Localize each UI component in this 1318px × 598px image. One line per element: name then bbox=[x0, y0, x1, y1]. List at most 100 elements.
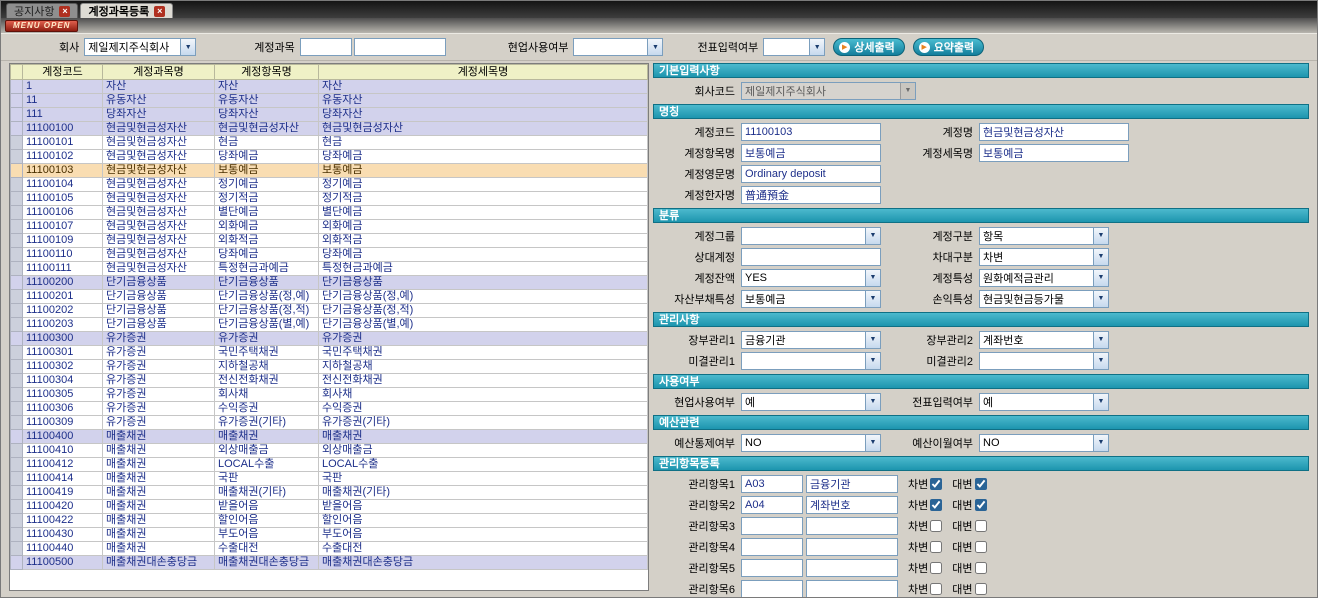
cell-item[interactable]: 회사채 bbox=[215, 388, 319, 402]
cell-code[interactable]: 11100414 bbox=[23, 472, 103, 486]
cell-subject[interactable]: 현금및현금성자산 bbox=[103, 206, 215, 220]
table-row[interactable]: 11100200단기금융상품단기금융상품단기금융상품 bbox=[11, 276, 648, 290]
row-selector[interactable] bbox=[11, 388, 23, 402]
cell-item[interactable]: 현금 bbox=[215, 136, 319, 150]
cell-code[interactable]: 11100440 bbox=[23, 542, 103, 556]
cell-item[interactable]: 당좌예금 bbox=[215, 150, 319, 164]
cell-subject[interactable]: 매출채권대손충당금 bbox=[103, 556, 215, 570]
cell-code[interactable]: 11100101 bbox=[23, 136, 103, 150]
english-name-input[interactable] bbox=[741, 165, 881, 183]
cell-code[interactable]: 11100201 bbox=[23, 290, 103, 304]
row-selector[interactable] bbox=[11, 472, 23, 486]
cell-item[interactable]: 전신전화채권 bbox=[215, 374, 319, 388]
cell-subject[interactable]: 유가증권 bbox=[103, 416, 215, 430]
cell-detail[interactable]: 별단예금 bbox=[319, 206, 648, 220]
cell-subject[interactable]: 유가증권 bbox=[103, 332, 215, 346]
item-name-input[interactable] bbox=[741, 144, 881, 162]
cell-detail[interactable]: 유동자산 bbox=[319, 94, 648, 108]
cell-subject[interactable]: 매출채권 bbox=[103, 472, 215, 486]
cell-subject[interactable]: 매출채권 bbox=[103, 458, 215, 472]
row-selector[interactable] bbox=[11, 94, 23, 108]
table-row[interactable]: 11100430매출채권부도어음부도어음 bbox=[11, 528, 648, 542]
table-row[interactable]: 11100104현금및현금성자산정기예금정기예금 bbox=[11, 178, 648, 192]
cell-code[interactable]: 11100111 bbox=[23, 262, 103, 276]
table-row[interactable]: 11100500매출채권대손충당금매출채권대손충당금매출채권대손충당금 bbox=[11, 556, 648, 570]
budget-control-select[interactable]: NO ▼ bbox=[741, 434, 881, 452]
account-balance-select[interactable]: YES ▼ bbox=[741, 269, 881, 287]
cell-detail[interactable]: 유가증권 bbox=[319, 332, 648, 346]
mgmt-item-credit-checkbox[interactable] bbox=[975, 520, 987, 532]
cell-detail[interactable]: 특정현금과예금 bbox=[319, 262, 648, 276]
cell-detail[interactable]: 외화적금 bbox=[319, 234, 648, 248]
row-selector[interactable] bbox=[11, 360, 23, 374]
row-selector[interactable] bbox=[11, 318, 23, 332]
table-row[interactable]: 11100105현금및현금성자산정기적금정기적금 bbox=[11, 192, 648, 206]
row-selector[interactable] bbox=[11, 458, 23, 472]
cell-detail[interactable]: 매출채권(기타) bbox=[319, 486, 648, 500]
table-row[interactable]: 11100102현금및현금성자산당좌예금당좌예금 bbox=[11, 150, 648, 164]
row-selector[interactable] bbox=[11, 374, 23, 388]
cell-code[interactable]: 11 bbox=[23, 94, 103, 108]
table-row[interactable]: 11100414매출채권국판국판 bbox=[11, 472, 648, 486]
row-selector[interactable] bbox=[11, 304, 23, 318]
row-selector[interactable] bbox=[11, 332, 23, 346]
row-selector[interactable] bbox=[11, 262, 23, 276]
cell-detail[interactable]: 유가증권(기타) bbox=[319, 416, 648, 430]
mgmt-item-debit-checkbox[interactable] bbox=[930, 541, 942, 553]
cell-detail[interactable]: 할인어음 bbox=[319, 514, 648, 528]
row-selector[interactable] bbox=[11, 136, 23, 150]
cell-detail[interactable]: 수출대전 bbox=[319, 542, 648, 556]
cell-subject[interactable]: 유가증권 bbox=[103, 360, 215, 374]
cell-detail[interactable]: 당좌예금 bbox=[319, 248, 648, 262]
cell-code[interactable]: 11100102 bbox=[23, 150, 103, 164]
mgmt-item-code-input[interactable] bbox=[741, 538, 803, 556]
row-selector[interactable] bbox=[11, 500, 23, 514]
cell-subject[interactable]: 현금및현금성자산 bbox=[103, 178, 215, 192]
cell-item[interactable]: 받을어음 bbox=[215, 500, 319, 514]
row-selector[interactable] bbox=[11, 164, 23, 178]
mgmt-item-credit-checkbox[interactable] bbox=[975, 583, 987, 595]
row-selector[interactable] bbox=[11, 276, 23, 290]
cell-item[interactable]: 단기금융상품(별,예) bbox=[215, 318, 319, 332]
mgmt-item-code-input[interactable] bbox=[741, 580, 803, 598]
mgmt-item-credit-checkbox[interactable] bbox=[975, 562, 987, 574]
table-row[interactable]: 11100110현금및현금성자산당좌예금당좌예금 bbox=[11, 248, 648, 262]
table-row[interactable]: 11100422매출채권할인어음할인어음 bbox=[11, 514, 648, 528]
cell-item[interactable]: 당좌예금 bbox=[215, 248, 319, 262]
row-selector[interactable] bbox=[11, 416, 23, 430]
cell-code[interactable]: 11100422 bbox=[23, 514, 103, 528]
cell-item[interactable]: LOCAL수출 bbox=[215, 458, 319, 472]
cell-subject[interactable]: 현금및현금성자산 bbox=[103, 234, 215, 248]
row-selector[interactable] bbox=[11, 528, 23, 542]
mgmt-item-name-input[interactable] bbox=[806, 496, 898, 514]
cell-detail[interactable]: 정기적금 bbox=[319, 192, 648, 206]
open-mgmt1-select[interactable]: ▼ bbox=[741, 352, 881, 370]
row-selector[interactable] bbox=[11, 542, 23, 556]
table-row[interactable]: 11100201단기금융상품단기금융상품(정,예)단기금융상품(정,예) bbox=[11, 290, 648, 304]
table-row[interactable]: 11100100현금및현금성자산현금및현금성자산현금및현금성자산 bbox=[11, 122, 648, 136]
account-code-search-input[interactable] bbox=[300, 38, 352, 56]
budget-carryover-select[interactable]: NO ▼ bbox=[979, 434, 1109, 452]
cell-code[interactable]: 11100306 bbox=[23, 402, 103, 416]
table-row[interactable]: 11100304유가증권전신전화채권전신전화채권 bbox=[11, 374, 648, 388]
row-selector[interactable] bbox=[11, 402, 23, 416]
mgmt-item-name-input[interactable] bbox=[806, 580, 898, 598]
cell-subject[interactable]: 유가증권 bbox=[103, 346, 215, 360]
cell-detail[interactable]: 보통예금 bbox=[319, 164, 648, 178]
cell-item[interactable]: 매출채권 bbox=[215, 430, 319, 444]
table-row[interactable]: 11100203단기금융상품단기금융상품(별,예)단기금융상품(별,예) bbox=[11, 318, 648, 332]
cell-detail[interactable]: 국판 bbox=[319, 472, 648, 486]
table-row[interactable]: 11100111현금및현금성자산특정현금과예금특정현금과예금 bbox=[11, 262, 648, 276]
table-row[interactable]: 11유동자산유동자산유동자산 bbox=[11, 94, 648, 108]
mgmt-item-code-input[interactable] bbox=[741, 496, 803, 514]
row-selector[interactable] bbox=[11, 430, 23, 444]
cell-item[interactable]: 단기금융상품 bbox=[215, 276, 319, 290]
cell-item[interactable]: 수익증권 bbox=[215, 402, 319, 416]
cell-subject[interactable]: 매출채권 bbox=[103, 528, 215, 542]
counter-account-input[interactable] bbox=[741, 248, 881, 266]
cell-item[interactable]: 매출채권(기타) bbox=[215, 486, 319, 500]
cell-detail[interactable]: 매출채권 bbox=[319, 430, 648, 444]
mgmt-item-credit-checkbox[interactable] bbox=[975, 541, 987, 553]
mgmt-item-name-input[interactable] bbox=[806, 559, 898, 577]
table-row[interactable]: 11100440매출채권수출대전수출대전 bbox=[11, 542, 648, 556]
